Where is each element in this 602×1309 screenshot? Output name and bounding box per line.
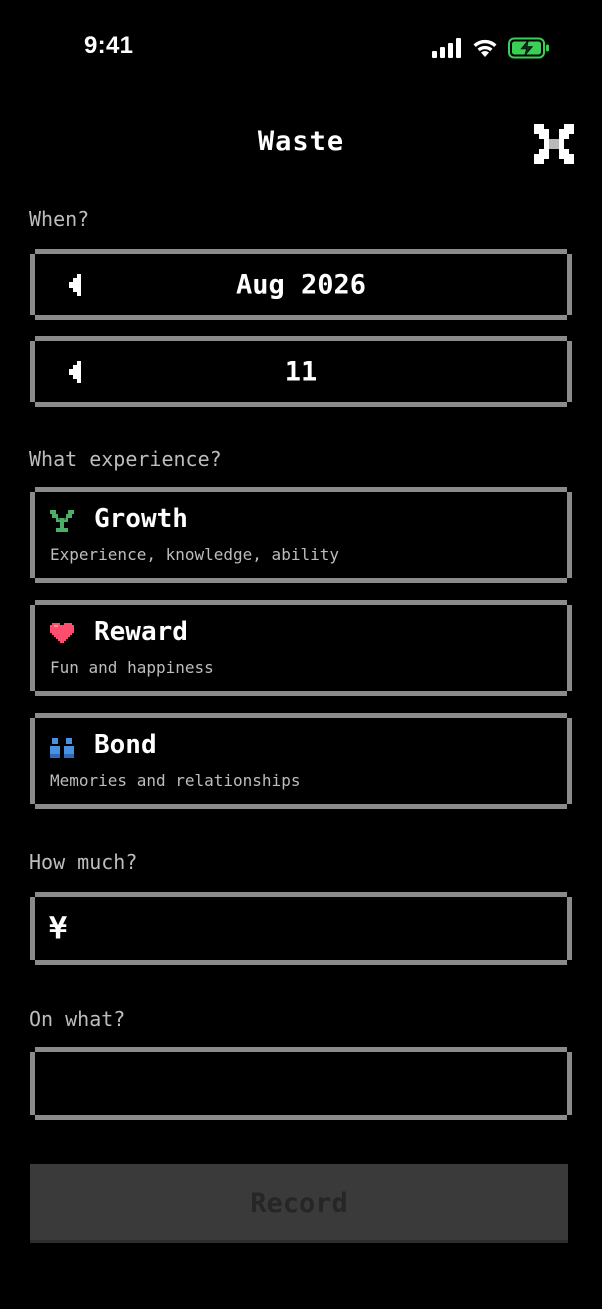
page-title: Waste [257, 126, 345, 157]
category-title: Growth [94, 504, 188, 534]
category-growth[interactable]: Growth Experience, knowledge, ability [30, 487, 572, 583]
status-time: 9:41 [84, 32, 134, 59]
amount-input[interactable] [82, 904, 558, 953]
when-label: When? [29, 207, 90, 231]
purpose-field[interactable] [30, 1047, 572, 1120]
battery-charging-icon [508, 37, 549, 59]
month-picker[interactable]: Aug 2026 [30, 249, 572, 320]
category-reward[interactable]: Reward Fun and happiness [30, 600, 572, 696]
category-bond[interactable]: Bond Memories and relationships [30, 713, 572, 809]
category-title: Bond [94, 730, 157, 760]
record-button[interactable]: Record [30, 1164, 568, 1243]
heart-icon [50, 623, 74, 643]
month-value: Aug 2026 [235, 269, 367, 300]
wifi-icon [473, 39, 497, 57]
amount-field[interactable]: ¥ [30, 892, 572, 965]
purpose-label: On what? [29, 1007, 126, 1031]
people-icon [50, 738, 74, 758]
status-bar: 9:41 [0, 0, 602, 96]
sprout-icon [50, 510, 74, 532]
day-value: 11 [284, 356, 318, 387]
category-title: Reward [94, 617, 188, 647]
category-description: Experience, knowledge, ability [50, 545, 339, 564]
amount-label: How much? [29, 850, 138, 874]
category-description: Fun and happiness [50, 658, 214, 677]
currency-symbol: ¥ [49, 911, 68, 946]
signal-icon [432, 38, 461, 58]
day-picker[interactable]: 11 [30, 336, 572, 407]
category-description: Memories and relationships [50, 771, 301, 790]
experience-label: What experience? [29, 447, 222, 471]
close-icon [534, 124, 574, 164]
close-button[interactable] [534, 124, 574, 164]
purpose-input[interactable] [44, 1059, 558, 1108]
